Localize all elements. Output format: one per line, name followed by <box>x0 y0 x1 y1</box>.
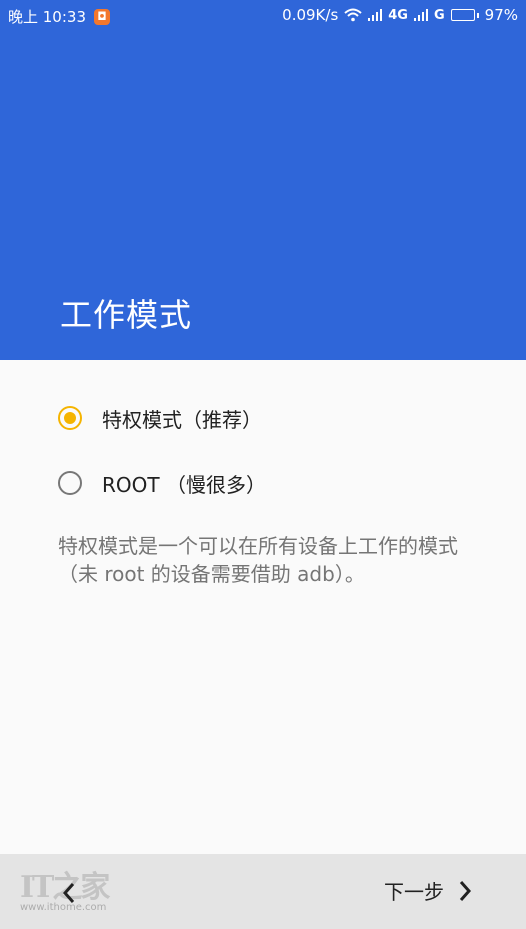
option-root[interactable]: ROOT （慢很多） <box>58 463 266 503</box>
app-notification-icon: ◘ <box>94 8 110 25</box>
signal-icon <box>368 9 383 21</box>
next-label: 下一步 <box>384 880 444 904</box>
network-type: 4G <box>388 7 408 23</box>
battery-percent: 97% <box>484 6 518 24</box>
back-button[interactable] <box>54 878 84 908</box>
status-right: 0.09K/s 4G G 97% <box>282 6 518 24</box>
option-privileged[interactable]: 特权模式（推荐） <box>58 398 262 438</box>
page-title: 工作模式 <box>60 296 193 334</box>
battery-icon <box>450 9 479 21</box>
next-button[interactable]: 下一步 <box>384 876 472 905</box>
net-speed: 0.09K/s <box>282 6 339 24</box>
chevron-left-icon <box>62 883 75 903</box>
wifi-icon <box>344 8 362 22</box>
status-time: 晚上 10:33 <box>8 8 86 26</box>
status-left: 晚上 10:33 ◘ <box>8 6 110 27</box>
mode-description: 特权模式是一个可以在所有设备上工作的模式（未 root 的设备需要借助 adb）… <box>58 534 458 586</box>
radio-privileged-selected[interactable] <box>58 406 82 430</box>
bottom-bar: IT之家 www.ithome.com 下一步 <box>0 854 526 929</box>
chevron-right-icon <box>459 880 472 901</box>
header: 晚上 10:33 ◘ 0.09K/s 4G G 97% 工作模式 <box>0 0 526 360</box>
network-type-2: G <box>433 7 445 23</box>
status-bar: 晚上 10:33 ◘ 0.09K/s 4G G 97% <box>0 0 526 32</box>
signal-icon-2 <box>413 9 428 21</box>
mode-options: 特权模式（推荐） ROOT （慢很多） <box>0 360 526 854</box>
option-root-label: ROOT （慢很多） <box>102 472 266 497</box>
option-privileged-label: 特权模式（推荐） <box>102 407 262 432</box>
radio-root[interactable] <box>58 471 82 495</box>
